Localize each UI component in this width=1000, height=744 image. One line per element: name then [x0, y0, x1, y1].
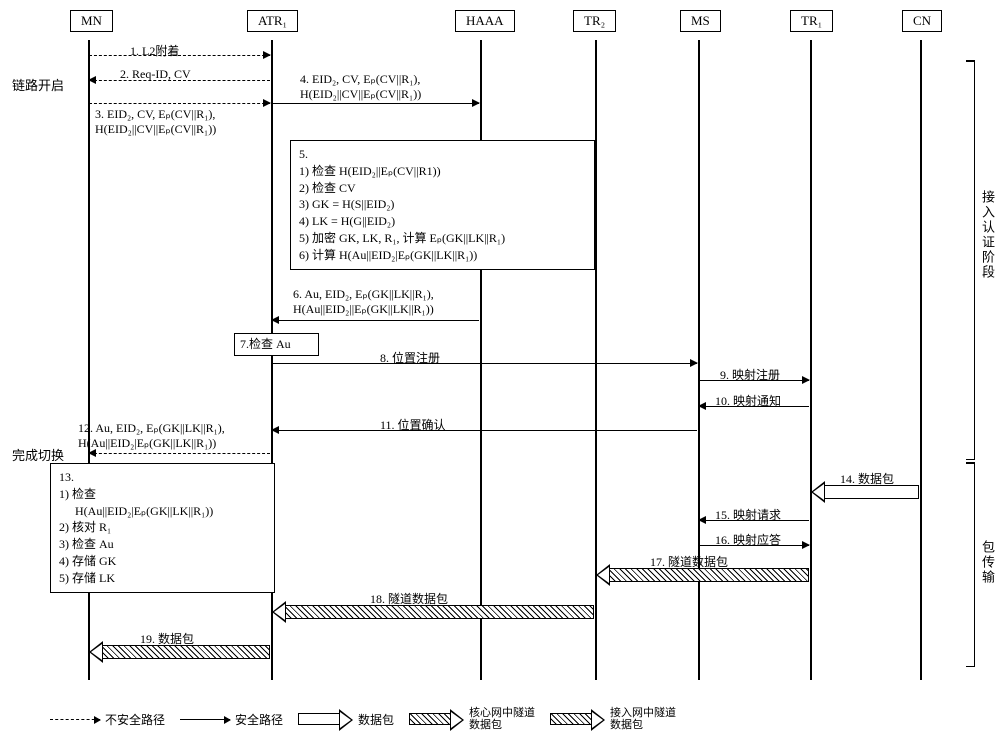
msg-18: 18. 隧道数据包 — [370, 590, 448, 607]
arrow-8 — [272, 363, 697, 364]
participant-tr2: TR₂ — [573, 10, 616, 32]
box-5: 5. 1) 检查 H(EID₂||Eₚ(CV||R1)) 2) 检查 CV 3)… — [290, 140, 595, 270]
legend-core-l1: 核心网中隧道 — [469, 707, 535, 719]
legend-packet: 数据包 — [298, 711, 394, 728]
arrow-6 — [272, 320, 479, 321]
b13-header: 13. — [59, 469, 266, 486]
legend-secure-label: 安全路径 — [235, 711, 283, 728]
b5-4: 4) LK = H(G||EID₂) — [299, 213, 586, 230]
msg-6: 6. Au, EID₂, Eₚ(GK||LK||R₁),H(Au||EID₂||… — [293, 287, 434, 317]
arrow-12 — [89, 453, 270, 454]
legend-access-l1: 接入网中隧道 — [610, 707, 676, 719]
b5-6: 6) 计算 H(Au||EID₂|Eₚ(GK||LK||R₁)) — [299, 247, 586, 264]
b13-5: 5) 存储 LK — [59, 570, 266, 587]
b13-1b: H(Au||EID₂|Eₚ(GK||LK||R₁)) — [59, 503, 266, 520]
msg-1: 1. L2附着 — [130, 42, 179, 59]
lifeline-tr1 — [810, 40, 812, 680]
msg-15: 15. 映射请求 — [715, 506, 781, 523]
b5-1: 1) 检查 H(EID₂||Eₚ(CV||R1)) — [299, 163, 586, 180]
legend: 不安全路径 安全路径 数据包 核心网中隧道数据包 接入网中隧道数据包 — [50, 699, 980, 739]
arrow-11 — [272, 430, 697, 431]
bracket-access-auth — [974, 60, 975, 460]
participant-cn: CN — [902, 10, 942, 32]
arrow-4 — [272, 103, 479, 104]
b13-1: 1) 检查 — [59, 486, 266, 503]
bracket-packet-transfer — [974, 462, 975, 667]
participant-haaa: HAAA — [455, 10, 515, 32]
participant-mn: MN — [70, 10, 113, 32]
legend-access-tunnel: 接入网中隧道数据包 — [550, 707, 676, 731]
msg-2: 2. Req-ID, CV — [120, 67, 191, 82]
b13-2: 2) 核对 R₁ — [59, 519, 266, 536]
msg-12: 12. Au, EID₂, Eₚ(GK||LK||R₁),H(Au||EID₂|… — [78, 421, 225, 451]
legend-secure: 安全路径 — [180, 711, 283, 728]
msg-3: 3. EID₂, CV, Eₚ(CV||R₁),H(EID₂||CV||Eₚ(C… — [95, 107, 216, 137]
arrow-17 — [596, 568, 809, 582]
msg-8: 8. 位置注册 — [380, 349, 440, 366]
msg-19: 19. 数据包 — [140, 630, 194, 647]
msg-16: 16. 映射应答 — [715, 531, 781, 548]
msg-9: 9. 映射注册 — [720, 366, 780, 383]
msg-10: 10. 映射通知 — [715, 392, 781, 409]
b5-3: 3) GK = H(S||EID₂) — [299, 196, 586, 213]
lifeline-haaa — [480, 40, 482, 680]
msg-4: 4. EID₂, CV, Eₚ(CV||R₁),H(EID₂||CV||Eₚ(C… — [300, 72, 421, 102]
arrow-18 — [272, 605, 594, 619]
arrow-3 — [89, 103, 270, 104]
legend-insecure-label: 不安全路径 — [105, 711, 165, 728]
arrow-19 — [89, 645, 270, 659]
participant-tr1: TR₁ — [790, 10, 833, 32]
box-13: 13. 1) 检查 H(Au||EID₂|Eₚ(GK||LK||R₁)) 2) … — [50, 463, 275, 593]
msg-11: 11. 位置确认 — [380, 416, 446, 433]
msg-17: 17. 隧道数据包 — [650, 553, 728, 570]
lifeline-ms — [698, 40, 700, 680]
label-handover-complete: 完成切换 — [12, 445, 64, 464]
msg-14: 14. 数据包 — [840, 470, 894, 487]
b5-5: 5) 加密 GK, LK, R₁, 计算 Eₚ(GK||LK||R₁) — [299, 230, 586, 247]
arrow-1 — [89, 55, 270, 56]
b13-3: 3) 检查 Au — [59, 536, 266, 553]
b13-4: 4) 存储 GK — [59, 553, 266, 570]
legend-access-l2: 数据包 — [610, 719, 676, 731]
participant-ms: MS — [680, 10, 721, 32]
label-packet-transfer: 包传输 — [978, 540, 997, 585]
box-7: 7.检查 Au — [234, 333, 319, 356]
label-link-open: 链路开启 — [12, 75, 64, 94]
legend-packet-label: 数据包 — [358, 711, 394, 728]
lifeline-cn — [920, 40, 922, 680]
participant-atr1: ATR₁ — [247, 10, 298, 32]
label-access-auth: 接入认证阶段 — [978, 190, 997, 280]
arrow-14 — [811, 485, 919, 499]
legend-core-l2: 数据包 — [469, 719, 535, 731]
legend-core-tunnel: 核心网中隧道数据包 — [409, 707, 535, 731]
b5-2: 2) 检查 CV — [299, 180, 586, 197]
legend-insecure: 不安全路径 — [50, 711, 165, 728]
b5-header: 5. — [299, 146, 586, 163]
